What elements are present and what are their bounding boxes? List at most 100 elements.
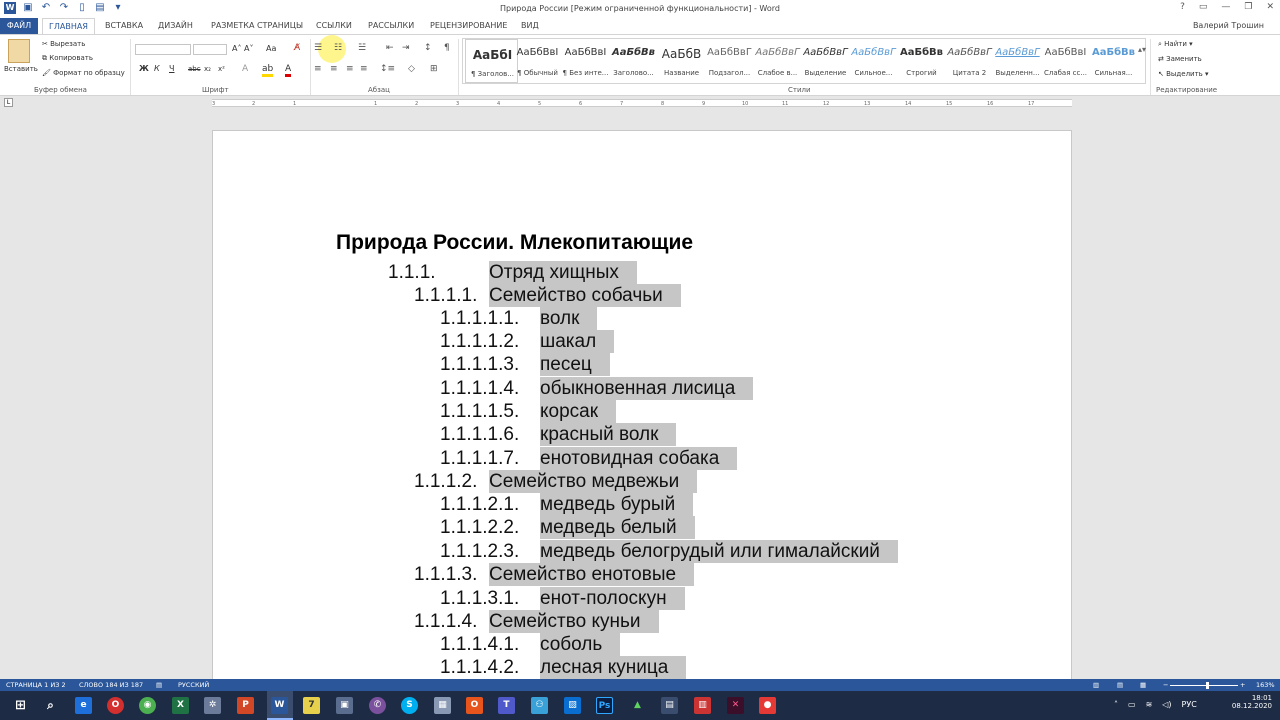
wifi-icon[interactable]: ≋ bbox=[1146, 700, 1153, 709]
zoom-slider-thumb[interactable] bbox=[1206, 682, 1209, 689]
tool-icon[interactable]: ✲ bbox=[204, 697, 221, 714]
page-count[interactable]: СТРАНИЦА 1 ИЗ 2 bbox=[6, 681, 66, 689]
grow-font-icon[interactable]: A˄ A˅ bbox=[232, 44, 254, 53]
notes-icon[interactable]: 7 bbox=[303, 697, 320, 714]
numbering-icon[interactable]: ☷ bbox=[334, 43, 342, 53]
triangle-app-icon[interactable]: ▲ bbox=[629, 697, 646, 714]
increase-indent-icon[interactable]: ⇥ bbox=[402, 43, 410, 53]
restore-button[interactable]: ❐ bbox=[1244, 2, 1252, 12]
photoshop-icon[interactable]: Ps bbox=[596, 697, 613, 714]
styles-scroll-icon[interactable]: ▴▾ bbox=[1138, 45, 1146, 54]
viber-icon[interactable]: ✆ bbox=[369, 697, 386, 714]
opera-icon[interactable]: O bbox=[107, 697, 124, 714]
style-subtitle[interactable]: АаБбВвГ Подзагол... bbox=[703, 39, 756, 83]
app-icon[interactable]: ▥ bbox=[694, 697, 711, 714]
strikethrough-button[interactable]: abc bbox=[188, 65, 201, 73]
subscript-button[interactable]: x₂ bbox=[204, 65, 211, 73]
teams-icon[interactable]: T bbox=[498, 697, 515, 714]
style-strong[interactable]: АаБбВв Строгий bbox=[895, 39, 948, 83]
design-app-icon[interactable]: ✕ bbox=[727, 697, 744, 714]
style-intense-emphasis[interactable]: АаБбВвГ Сильное... bbox=[847, 39, 900, 83]
style-emphasis[interactable]: АаБбВвГ Выделение bbox=[799, 39, 852, 83]
underline-button[interactable]: Ч bbox=[169, 64, 174, 73]
align-left-icon[interactable]: ≡ bbox=[314, 64, 322, 74]
search-icon[interactable]: ⌕ bbox=[42, 697, 59, 714]
bold-button[interactable]: Ж bbox=[139, 64, 149, 73]
highlight-color-icon[interactable]: ab bbox=[262, 64, 274, 77]
people-icon[interactable]: ⚇ bbox=[531, 697, 548, 714]
language-indicator[interactable]: РУС bbox=[1182, 700, 1197, 709]
clock[interactable]: 18:01 08.12.2020 bbox=[1232, 694, 1272, 710]
zoom-in-icon[interactable]: + bbox=[1240, 681, 1245, 689]
minimize-button[interactable]: — bbox=[1221, 2, 1230, 12]
horizontal-ruler[interactable]: L 3 2 1 1 2 3 4 5 6 7 8 9 10 11 12 13 14… bbox=[0, 97, 1280, 109]
word-count[interactable]: СЛОВО 184 ИЗ 187 bbox=[79, 681, 143, 689]
tab-design[interactable]: ДИЗАЙН bbox=[158, 21, 193, 30]
sort-icon[interactable]: ↕ bbox=[424, 43, 432, 53]
document-title[interactable]: Природа России. Млекопитающие bbox=[336, 231, 693, 255]
paste-button[interactable]: Вставить bbox=[4, 65, 38, 73]
copy-button[interactable]: ⧉ Копировать bbox=[42, 54, 93, 63]
tab-mailings[interactable]: РАССЫЛКИ bbox=[368, 21, 414, 30]
tab-review[interactable]: РЕЦЕНЗИРОВАНИЕ bbox=[430, 21, 507, 30]
style-subtle-reference[interactable]: АаБбВвІ Слабая сс... bbox=[1039, 39, 1092, 83]
tab-view[interactable]: ВИД bbox=[521, 21, 539, 30]
web-layout-icon[interactable]: ▦ bbox=[1140, 681, 1146, 689]
style-title[interactable]: АаБбВ Название bbox=[655, 39, 708, 83]
media-icon[interactable]: ▣ bbox=[336, 697, 353, 714]
paste-icon[interactable] bbox=[8, 39, 30, 63]
document-page[interactable]: Природа России. Млекопитающие 1.1.1. Отря… bbox=[212, 130, 1072, 690]
style-quote-2[interactable]: АаБбВвГ Цитата 2 bbox=[943, 39, 996, 83]
close-button[interactable]: ✕ bbox=[1266, 2, 1274, 12]
screen-recorder-icon[interactable]: ● bbox=[759, 697, 776, 714]
read-mode-icon[interactable]: ▥ bbox=[1093, 681, 1099, 689]
tab-file[interactable]: ФАЙЛ bbox=[0, 18, 38, 34]
windows-start-icon[interactable]: ⊞ bbox=[12, 697, 29, 714]
italic-button[interactable]: К bbox=[154, 64, 160, 73]
font-size-combo[interactable] bbox=[193, 44, 227, 55]
user-name[interactable]: Валерий Трошин bbox=[1193, 21, 1264, 30]
store-icon[interactable]: ▨ bbox=[564, 697, 581, 714]
decrease-indent-icon[interactable]: ⇤ bbox=[386, 43, 394, 53]
text-effects-icon[interactable]: A bbox=[242, 64, 248, 74]
style-subtle-emphasis[interactable]: АаБбВвГ Слабое в... bbox=[751, 39, 804, 83]
clear-formatting-icon[interactable]: A̸ bbox=[294, 43, 300, 53]
cut-button[interactable]: ✂ Вырезать bbox=[42, 40, 85, 48]
multilevel-list-icon[interactable]: ☱ bbox=[358, 43, 366, 53]
font-name-combo[interactable] bbox=[135, 44, 191, 55]
tab-layout[interactable]: РАЗМЕТКА СТРАНИЦЫ bbox=[211, 21, 303, 30]
language[interactable]: РУССКИЙ bbox=[178, 681, 209, 689]
excel-icon[interactable]: X bbox=[172, 697, 189, 714]
style-intense-quote[interactable]: АаБбВвГ Выделенн... bbox=[991, 39, 1044, 83]
align-center-icon[interactable]: ≡ bbox=[330, 64, 338, 74]
volume-icon[interactable]: ◁) bbox=[1162, 700, 1171, 709]
help-button[interactable]: ? bbox=[1180, 2, 1185, 12]
find-button[interactable]: ⌕ Найти ▾ bbox=[1158, 40, 1193, 49]
tab-references[interactable]: ССЫЛКИ bbox=[316, 21, 352, 30]
office-icon[interactable]: O bbox=[466, 697, 483, 714]
show-marks-icon[interactable]: ¶ bbox=[444, 43, 450, 53]
change-case-button[interactable]: Aa bbox=[266, 44, 276, 53]
font-color-icon[interactable]: A bbox=[285, 64, 292, 77]
style-intense-reference[interactable]: АаБбВв Сильная... bbox=[1087, 39, 1140, 83]
style-heading-2[interactable]: АаБбВв Заголово... bbox=[607, 39, 660, 83]
style-no-spacing[interactable]: АаБбВвІ ¶ Без инте... bbox=[559, 39, 612, 83]
style-normal[interactable]: АаБбВвІ ¶ Обычный bbox=[511, 39, 564, 83]
tab-selector-icon[interactable]: L bbox=[4, 98, 13, 107]
skype-icon[interactable]: S bbox=[401, 697, 418, 714]
tab-insert[interactable]: ВСТАВКА bbox=[105, 21, 143, 30]
proofing-icon[interactable]: ▤ bbox=[156, 681, 162, 689]
align-right-icon[interactable]: ≡ bbox=[346, 64, 354, 74]
justify-icon[interactable]: ≡ bbox=[360, 64, 368, 74]
chrome-icon[interactable]: ◉ bbox=[139, 697, 156, 714]
powerpoint-icon[interactable]: P bbox=[237, 697, 254, 714]
zoom-level[interactable]: 163% bbox=[1256, 681, 1275, 689]
edge-icon[interactable]: e bbox=[75, 697, 92, 714]
superscript-button[interactable]: x² bbox=[218, 65, 225, 73]
zoom-out-icon[interactable]: − bbox=[1163, 681, 1168, 689]
ruler-bar[interactable]: 3 2 1 1 2 3 4 5 6 7 8 9 10 11 12 13 14 1… bbox=[212, 99, 1072, 107]
grid-app-icon[interactable]: ▤ bbox=[661, 697, 678, 714]
print-layout-icon[interactable]: ▤ bbox=[1117, 681, 1123, 689]
ribbon-display-button[interactable]: ▭ bbox=[1199, 2, 1208, 12]
zoom-slider[interactable] bbox=[1170, 685, 1238, 686]
